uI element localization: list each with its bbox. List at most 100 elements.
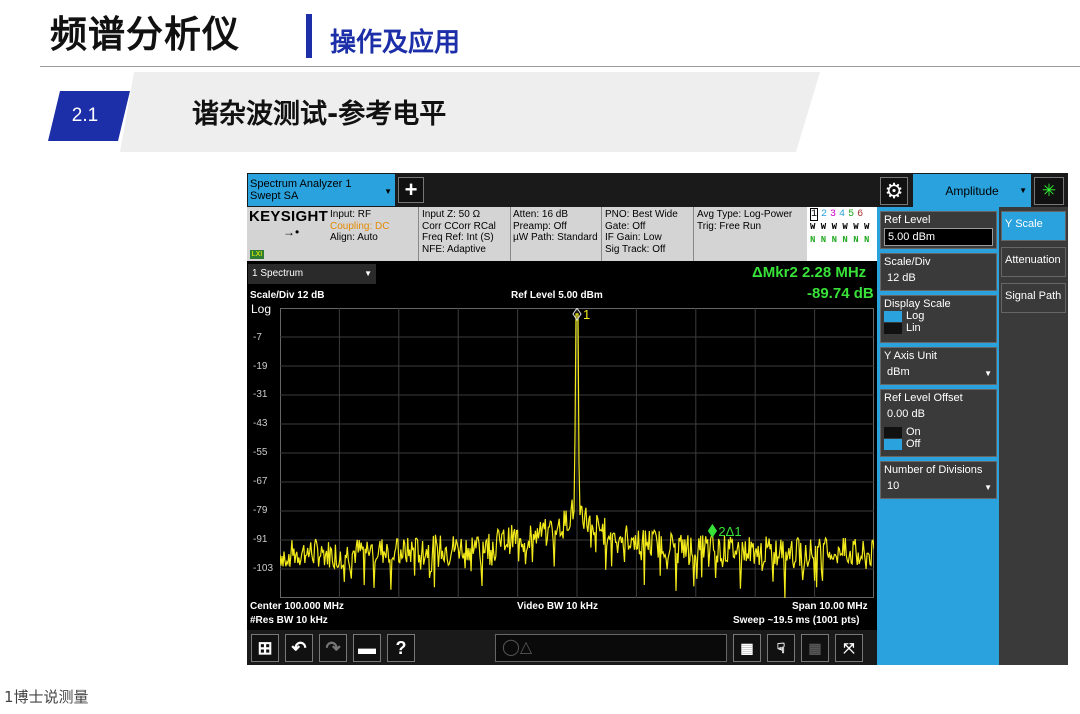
info-line: PNO: Best Wide xyxy=(605,209,678,220)
num-divisions-softkey[interactable]: Number of Divisions 10 ▼ xyxy=(880,461,997,499)
scale-div-annotation: Scale/Div 12 dB xyxy=(250,290,325,301)
y-tick-label: -19 xyxy=(253,361,268,372)
window-select[interactable]: 1 Spectrum ▼ xyxy=(248,264,376,284)
info-line: Input: RF xyxy=(330,209,372,220)
info-line: Corr CCorr RCal xyxy=(422,220,496,232)
tab-signal-path[interactable]: Signal Path xyxy=(1001,283,1066,313)
caret-down-icon: ▼ xyxy=(984,369,992,378)
spectrum-analyzer-screen: Spectrum Analyzer 1 Swept SA ▼ + ⚙ Ampli… xyxy=(247,173,1068,665)
radio-label: Lin xyxy=(906,322,921,334)
ref-level-offset-softkey[interactable]: Ref Level Offset 0.00 dB On Off xyxy=(880,389,997,457)
softkey-label: Scale/Div xyxy=(884,256,931,268)
info-line: NFE: Adaptive xyxy=(422,243,486,255)
touch-icon[interactable]: ☟ xyxy=(767,634,795,662)
spectrum-plot[interactable]: 1 2Δ1 xyxy=(280,308,874,598)
ref-offset-value: 0.00 dB xyxy=(887,408,925,420)
info-atten[interactable]: Atten: 16 dB Preamp: Off µW Path: Standa… xyxy=(513,209,598,244)
softkey-label: Ref Level Offset xyxy=(884,392,963,404)
fullscreen-icon[interactable]: ⤧ xyxy=(835,634,863,662)
y-tick-label: -103 xyxy=(253,563,274,574)
radio-label: Off xyxy=(906,438,921,450)
radio-lin[interactable]: Lin xyxy=(884,322,993,334)
res-bw: #Res BW 10 kHz xyxy=(250,615,328,626)
divider xyxy=(693,207,694,261)
info-line: Gate: Off xyxy=(605,220,646,232)
radio-on[interactable]: On xyxy=(884,426,993,438)
trace-detectors: N N N N N N xyxy=(810,235,870,245)
ref-level-field[interactable]: 5.00 dBm xyxy=(884,228,993,246)
window-select-label: 1 Spectrum xyxy=(252,268,304,279)
marker-delta-value: -89.74 dB xyxy=(807,285,874,302)
caret-down-icon: ▼ xyxy=(1019,186,1027,195)
trace-number: 4 xyxy=(839,209,846,220)
display-scale-softkey[interactable]: Display Scale Log Lin xyxy=(880,295,997,343)
marker-diamond xyxy=(707,523,718,538)
trace-number: 6 xyxy=(857,209,864,220)
tab-attenuation[interactable]: Attenuation xyxy=(1001,247,1066,277)
section-number: 2.1 xyxy=(71,105,99,126)
num-divisions-value: 10 xyxy=(887,480,900,492)
y-tick-label: -55 xyxy=(253,447,268,458)
softkey-label: Number of Divisions xyxy=(884,464,983,476)
info-line: µW Path: Standard xyxy=(513,232,598,243)
title-accent-bar xyxy=(306,14,312,58)
y-tick-label: -43 xyxy=(253,418,268,429)
y-axis-unit-softkey[interactable]: Y Axis Unit dBm ▼ xyxy=(880,347,997,385)
info-input[interactable]: Input: RF Coupling: DC Align: Auto xyxy=(330,209,389,244)
folder-icon[interactable]: ▬ xyxy=(353,634,381,662)
info-input-z[interactable]: Input Z: 50 Ω Corr CCorr RCal Freq Ref: … xyxy=(422,209,496,255)
y-axis-unit-value: dBm xyxy=(887,366,910,378)
section-number-badge: 2.1 xyxy=(48,91,130,141)
lxi-badge: LXI xyxy=(250,250,264,259)
info-line: Preamp: Off xyxy=(513,220,567,232)
scale-type-label: Log xyxy=(251,302,272,316)
info-line: Sig Track: Off xyxy=(605,243,666,255)
menu-select-label: Amplitude xyxy=(945,183,999,198)
caret-down-icon: ▼ xyxy=(364,269,372,278)
marker-label: 2Δ1 xyxy=(718,524,741,539)
grid-view-icon[interactable]: ▦ xyxy=(733,634,761,662)
gear-icon[interactable]: ⚙ xyxy=(880,177,908,205)
radio-log[interactable]: Log xyxy=(884,310,993,322)
marker-delta-readout: ΔMkr2 2.28 MHz xyxy=(752,264,867,281)
radio-on-indicator xyxy=(884,438,902,450)
softkey-panel: Ref Level 5.00 dBm Scale/Div 12 dB Displ… xyxy=(877,207,999,665)
radio-off-indicator xyxy=(884,322,902,334)
radio-off[interactable]: Off xyxy=(884,438,993,450)
scale-div-softkey[interactable]: Scale/Div 12 dB xyxy=(880,253,997,291)
app-tab[interactable]: Spectrum Analyzer 1 Swept SA ▼ xyxy=(248,174,395,206)
input-arrow-icon: →• xyxy=(283,225,300,239)
trace-number: 2 xyxy=(821,209,828,220)
busy-spinner-icon: ✳ xyxy=(1034,177,1064,205)
info-line: IF Gain: Low xyxy=(605,232,662,243)
info-line: Trig: Free Run xyxy=(697,220,762,232)
settings-info-bar: KEYSIGHT →• LXI Input: RF Coupling: DC A… xyxy=(247,207,877,261)
ref-level-softkey[interactable]: Ref Level 5.00 dBm xyxy=(880,211,997,249)
divider xyxy=(418,207,419,261)
radio-on-indicator xyxy=(884,310,902,322)
trace-indicator[interactable]: 123456 W W W W W W N N N N N N xyxy=(807,207,877,261)
multi-window-icon[interactable]: ▦ xyxy=(801,634,829,662)
search-box[interactable]: ◯△ xyxy=(495,634,727,662)
menu-select[interactable]: Amplitude ▼ xyxy=(913,174,1031,207)
softkey-label: Display Scale xyxy=(884,298,951,310)
undo-icon[interactable]: ↶ xyxy=(285,634,313,662)
video-bw: Video BW 10 kHz xyxy=(517,601,598,612)
slide-title: 频谱分析仪 xyxy=(50,13,240,56)
help-icon[interactable]: ? xyxy=(387,634,415,662)
info-line: Avg Type: Log-Power xyxy=(697,209,793,220)
info-avg[interactable]: Avg Type: Log-Power Trig: Free Run xyxy=(697,209,792,232)
trace-types: W W W W W W xyxy=(810,222,870,232)
info-line: Coupling: DC xyxy=(330,220,390,232)
windows-icon[interactable]: ⊞ xyxy=(251,634,279,662)
info-pno[interactable]: PNO: Best Wide Gate: Off IF Gain: Low Si… xyxy=(605,209,678,255)
tab-y-scale[interactable]: Y Scale xyxy=(1001,211,1066,241)
y-tick-label: -91 xyxy=(253,534,268,545)
radio-label: On xyxy=(906,426,921,438)
trace-number: 1 xyxy=(810,208,819,221)
trace-number: 5 xyxy=(848,209,855,220)
add-tab-button[interactable]: + xyxy=(398,177,424,203)
radio-off-indicator xyxy=(884,426,902,438)
redo-icon[interactable]: ↷ xyxy=(319,634,347,662)
divider xyxy=(601,207,602,261)
